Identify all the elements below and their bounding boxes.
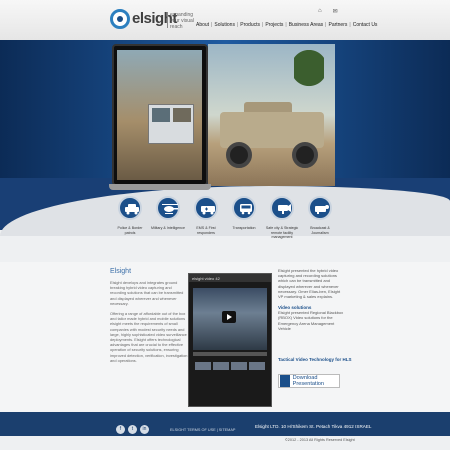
logo-mark-icon: [110, 9, 130, 29]
footer-address: Elsight LTD. 10 Hi'Shikem St. Petach Tik…: [255, 424, 372, 429]
footer-bottom: [0, 436, 450, 450]
top-icons: ⌂ ✉: [318, 8, 338, 15]
main-nav: About | Solutions | Products | Projects | Bu…: [196, 22, 378, 28]
nav-item-contact[interactable]: Contact Us: [353, 22, 378, 28]
feature-police[interactable]: Police & Border patrols: [112, 196, 148, 235]
tactical-video-link[interactable]: Tactical Video Technology for HLS: [278, 357, 352, 362]
play-icon[interactable]: [222, 311, 236, 323]
nav-item-projects[interactable]: Projects: [265, 22, 283, 28]
feature-label: Safe city & Strategic remote facility ma…: [265, 226, 299, 240]
hero-vehicle-photo: [208, 44, 335, 186]
feature-ems[interactable]: EMS & First responders: [188, 196, 224, 235]
feature-icons: Police & Border patrols Military & Intel…: [112, 196, 338, 260]
ambulance-icon: [201, 206, 215, 215]
feature-safe-city[interactable]: Safe city & Strategic remote facility ma…: [264, 196, 300, 240]
nav-item-solutions[interactable]: Solutions: [214, 22, 235, 28]
police-car-icon: [125, 204, 139, 215]
video-player[interactable]: elsight video 42: [188, 273, 272, 407]
helicopter-icon: [162, 204, 178, 214]
logo[interactable]: elsight expanding your visual reach: [110, 8, 195, 34]
facebook-icon[interactable]: f: [116, 425, 125, 434]
twitter-icon[interactable]: t: [128, 425, 137, 434]
nav-item-business-areas[interactable]: Business Areas: [289, 22, 323, 28]
about-text: Elsight develops and integrates ground b…: [110, 280, 188, 368]
video-solutions-text: Elsight presented Regional Blackbox (RBO…: [278, 310, 344, 331]
feature-label: Transportation: [232, 226, 256, 230]
linkedin-icon[interactable]: in: [140, 425, 149, 434]
feature-label: Police & Border patrols: [117, 226, 143, 235]
camera-icon: [278, 204, 291, 214]
nav-item-about[interactable]: About: [196, 22, 209, 28]
software-panel: [148, 104, 194, 144]
email-icon[interactable]: ✉: [333, 8, 338, 15]
feature-transportation[interactable]: Transportation: [226, 196, 262, 231]
feature-label: Broadcast & Journalism: [310, 226, 330, 235]
logo-divider: [167, 12, 168, 28]
home-icon[interactable]: ⌂: [318, 8, 322, 15]
right-column: Elsight presented the hybrid video captu…: [278, 268, 346, 331]
nav-item-products[interactable]: Products: [240, 22, 260, 28]
video-thumbnails[interactable]: [195, 362, 265, 370]
about-paragraph-2: Offering a range of affordable out of th…: [110, 311, 188, 363]
footer-links[interactable]: ELSIGHT TERMS OF USE | SITEMAP: [170, 428, 235, 432]
bus-icon: [240, 204, 252, 215]
download-label: Download Presentation: [292, 375, 325, 387]
palm-tree: [294, 50, 324, 110]
broadcast-icon: [315, 205, 329, 214]
military-vehicle: [216, 102, 328, 172]
pdf-icon: [280, 375, 290, 387]
feature-label: Military & Intelligence: [151, 226, 185, 230]
download-presentation-button[interactable]: Download Presentation: [278, 374, 340, 388]
video-controls[interactable]: [193, 352, 267, 356]
feature-broadcast[interactable]: Broadcast & Journalism: [302, 196, 338, 235]
about-title: Elsight: [110, 268, 132, 275]
video-title: elsight video 42: [189, 274, 271, 282]
right-intro: Elsight presented the hybrid video captu…: [278, 268, 341, 300]
feature-label: EMS & First responders: [196, 226, 216, 235]
feature-military[interactable]: Military & Intelligence: [150, 196, 186, 231]
nav-item-partners[interactable]: Partners: [328, 22, 347, 28]
about-paragraph-1: Elsight develops and integrates ground b…: [110, 280, 184, 306]
laptop-image: [109, 44, 211, 192]
footer-copyright: ©2012 - 2013 All Rights Reserved Elsight: [285, 438, 355, 442]
